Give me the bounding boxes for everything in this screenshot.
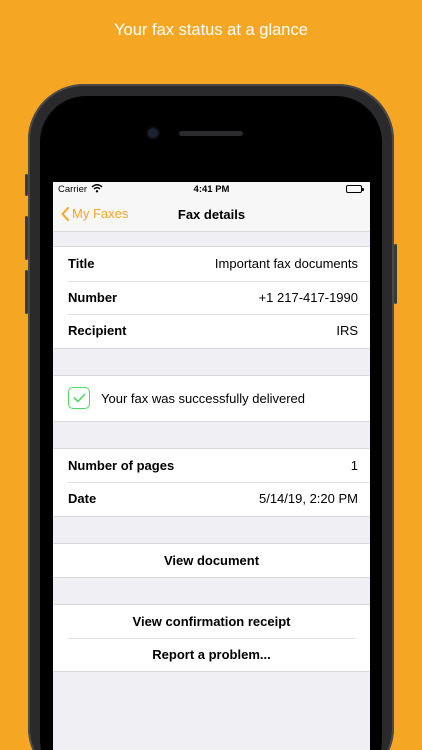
earpiece-speaker: [179, 131, 243, 136]
support-action-group: View confirmation receipt Report a probl…: [53, 603, 370, 672]
app-screen: Carrier 4:41 PM My Faxes Fax details Tit…: [53, 182, 370, 750]
detail-label: Number: [68, 289, 118, 305]
detail-value: Important fax documents: [214, 256, 358, 272]
fax-details-group: Title Important fax documents Number +1 …: [53, 246, 370, 349]
phone-power-button: [394, 244, 397, 304]
view-confirmation-receipt-button[interactable]: View confirmation receipt: [53, 605, 370, 638]
detail-value: IRS: [336, 323, 358, 339]
meta-label: Date: [68, 491, 97, 507]
front-camera: [148, 128, 158, 138]
detail-label: Title: [68, 256, 95, 272]
document-action-group: View document: [53, 542, 370, 578]
report-problem-button[interactable]: Report a problem...: [53, 637, 370, 671]
meta-label: Number of pages: [68, 457, 175, 473]
status-bar: Carrier 4:41 PM: [53, 182, 370, 197]
promo-headline: Your fax status at a glance: [114, 21, 308, 39]
checkmark-icon: [68, 387, 90, 409]
fax-meta-group: Number of pages 1 Date 5/14/19, 2:20 PM: [53, 447, 370, 517]
meta-value: 5/14/19, 2:20 PM: [258, 491, 358, 507]
page-title: Fax details: [177, 207, 246, 222]
meta-row-pages: Number of pages 1: [53, 449, 370, 483]
detail-row-title: Title Important fax documents: [53, 247, 370, 281]
status-time: 4:41 PM: [193, 184, 230, 195]
battery-icon: [346, 185, 364, 193]
meta-row-date: Date 5/14/19, 2:20 PM: [53, 482, 370, 516]
view-document-button[interactable]: View document: [53, 544, 370, 577]
meta-value: 1: [350, 457, 358, 473]
detail-value: +1 217-417-1990: [258, 289, 358, 305]
detail-row-recipient: Recipient IRS: [53, 314, 370, 348]
delivery-status-row: Your fax was successfully delivered: [53, 376, 370, 421]
phone-volume-down-button: [25, 270, 28, 314]
delivery-status-message: Your fax was successfully delivered: [101, 390, 306, 406]
detail-label: Recipient: [68, 323, 127, 339]
delivery-status-group: Your fax was successfully delivered: [53, 374, 370, 422]
detail-row-number: Number +1 217-417-1990: [53, 280, 370, 315]
phone-silent-switch: [25, 174, 28, 196]
navigation-bar: My Faxes Fax details: [53, 197, 370, 232]
phone-volume-up-button: [25, 216, 28, 260]
